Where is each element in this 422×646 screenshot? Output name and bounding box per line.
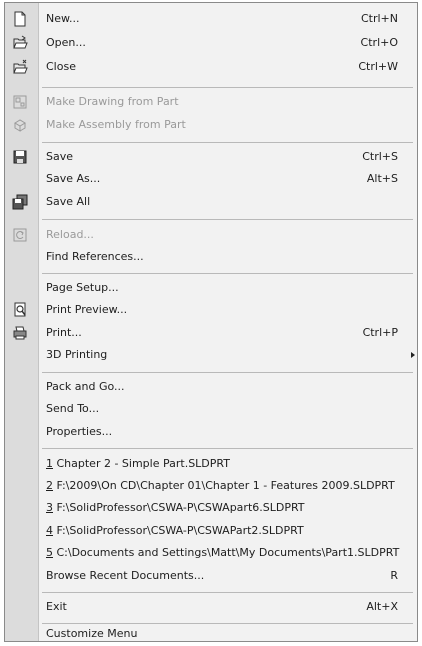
recent-file-4[interactable]: 4 F:\SolidProfessor\CSWA-P\CSWAPart2.SLD… [5,520,417,542]
recent-file-label: 4 F:\SolidProfessor\CSWA-P\CSWAPart2.SLD… [46,520,304,542]
browse-recent-label: Browse Recent Documents... [46,569,205,582]
recent-file-path: F:\2009\On CD\Chapter 01\Chapter 1 - Fea… [53,479,395,492]
print-preview-icon [14,302,26,317]
separator [42,592,413,593]
menu-item-find-references[interactable]: Find References... [5,246,417,268]
exit-label: Exit [46,600,67,613]
file-menu: New... Ctrl+N Open... Ctrl+O Close Ctrl+… [4,2,418,642]
menu-item-reload: Reload... [5,224,417,246]
menu-item-make-drawing: Make Drawing from Part [5,91,417,113]
reload-label: Reload... [46,228,94,241]
printer-icon [13,326,27,340]
recent-file-number: 4 [46,524,53,537]
menu-item-exit[interactable]: Exit Alt+X [5,596,417,618]
close-folder-icon [13,59,28,74]
recent-file-path: F:\SolidProfessor\CSWA-P\CSWAPart2.SLDPR… [53,524,304,537]
separator [42,273,413,274]
find-references-label: Find References... [46,250,144,263]
recent-file-label: 2 F:\2009\On CD\Chapter 01\Chapter 1 - F… [46,475,395,497]
menu-item-3d-printing[interactable]: 3D Printing [5,344,417,366]
menu-item-new[interactable]: New... Ctrl+N [5,8,417,30]
open-folder-icon [13,35,28,49]
recent-file-path: Chapter 2 - Simple Part.SLDPRT [53,457,230,470]
submenu-arrow-icon [411,352,415,358]
separator [42,623,413,624]
recent-file-number: 5 [46,546,53,559]
menu-item-print[interactable]: Print... Ctrl+P [5,322,417,344]
3d-printing-label: 3D Printing [46,348,108,361]
send-to-label: Send To... [46,402,100,415]
new-shortcut: Ctrl+N [360,12,398,25]
recent-file-3[interactable]: 3 F:\SolidProfessor\CSWA-P\CSWApart6.SLD… [5,497,417,519]
recent-file-1[interactable]: 1 Chapter 2 - Simple Part.SLDPRT [5,453,417,475]
new-label: New... [46,12,80,25]
print-preview-label: Print Preview... [46,303,128,316]
save-as-label: Save As... [46,172,101,185]
close-label: Close [46,60,76,73]
menu-item-send-to[interactable]: Send To... [5,398,417,420]
recent-file-label: 5 C:\Documents and Settings\Matt\My Docu… [46,542,399,564]
separator [42,372,413,373]
separator [42,219,413,220]
open-shortcut: Ctrl+O [360,36,398,49]
recent-file-number: 3 [46,501,53,514]
separator [42,142,413,143]
reload-icon [13,228,27,242]
make-drawing-label: Make Drawing from Part [46,95,179,108]
save-all-icon [12,194,28,210]
separator [42,87,413,88]
menu-item-browse-recent[interactable]: Browse Recent Documents... R [5,565,417,587]
new-document-icon [14,11,26,27]
recent-file-path: C:\Documents and Settings\Matt\My Docume… [53,546,400,559]
menu-item-make-assembly: Make Assembly from Part [5,114,417,136]
save-shortcut: Ctrl+S [362,150,398,163]
make-assembly-icon [14,119,26,132]
browse-recent-shortcut: R [390,569,398,582]
recent-file-5[interactable]: 5 C:\Documents and Settings\Matt\My Docu… [5,542,417,564]
pack-and-go-label: Pack and Go... [46,380,125,393]
exit-shortcut: Alt+X [366,600,398,613]
menu-item-properties[interactable]: Properties... [5,421,417,443]
save-label: Save [46,150,74,163]
recent-file-number: 2 [46,479,53,492]
page-setup-label: Page Setup... [46,281,119,294]
save-all-label: Save All [46,195,91,208]
save-as-shortcut: Alt+S [366,172,398,185]
menu-item-pack-and-go[interactable]: Pack and Go... [5,376,417,398]
save-disk-icon [13,150,27,164]
recent-file-path: F:\SolidProfessor\CSWA-P\CSWApart6.SLDPR… [53,501,305,514]
menu-item-save-all[interactable]: Save All [5,191,417,213]
close-shortcut: Ctrl+W [358,60,398,73]
open-label: Open... [46,36,86,49]
menu-item-page-setup[interactable]: Page Setup... [5,277,417,299]
make-drawing-icon [13,95,27,109]
menu-item-customize[interactable]: Customize Menu [5,627,417,641]
menu-item-save-as[interactable]: Save As... Alt+S [5,168,417,190]
menu-item-close[interactable]: Close Ctrl+W [5,56,417,78]
print-shortcut: Ctrl+P [362,326,398,339]
print-label: Print... [46,326,82,339]
make-assembly-label: Make Assembly from Part [46,118,186,131]
recent-file-number: 1 [46,457,53,470]
separator [42,448,413,449]
customize-label: Customize Menu [46,627,138,640]
recent-file-label: 1 Chapter 2 - Simple Part.SLDPRT [46,453,230,475]
recent-file-2[interactable]: 2 F:\2009\On CD\Chapter 01\Chapter 1 - F… [5,475,417,497]
recent-file-label: 3 F:\SolidProfessor\CSWA-P\CSWApart6.SLD… [46,497,305,519]
menu-item-print-preview[interactable]: Print Preview... [5,299,417,321]
menu-item-save[interactable]: Save Ctrl+S [5,146,417,168]
menu-item-open[interactable]: Open... Ctrl+O [5,32,417,54]
properties-label: Properties... [46,425,113,438]
